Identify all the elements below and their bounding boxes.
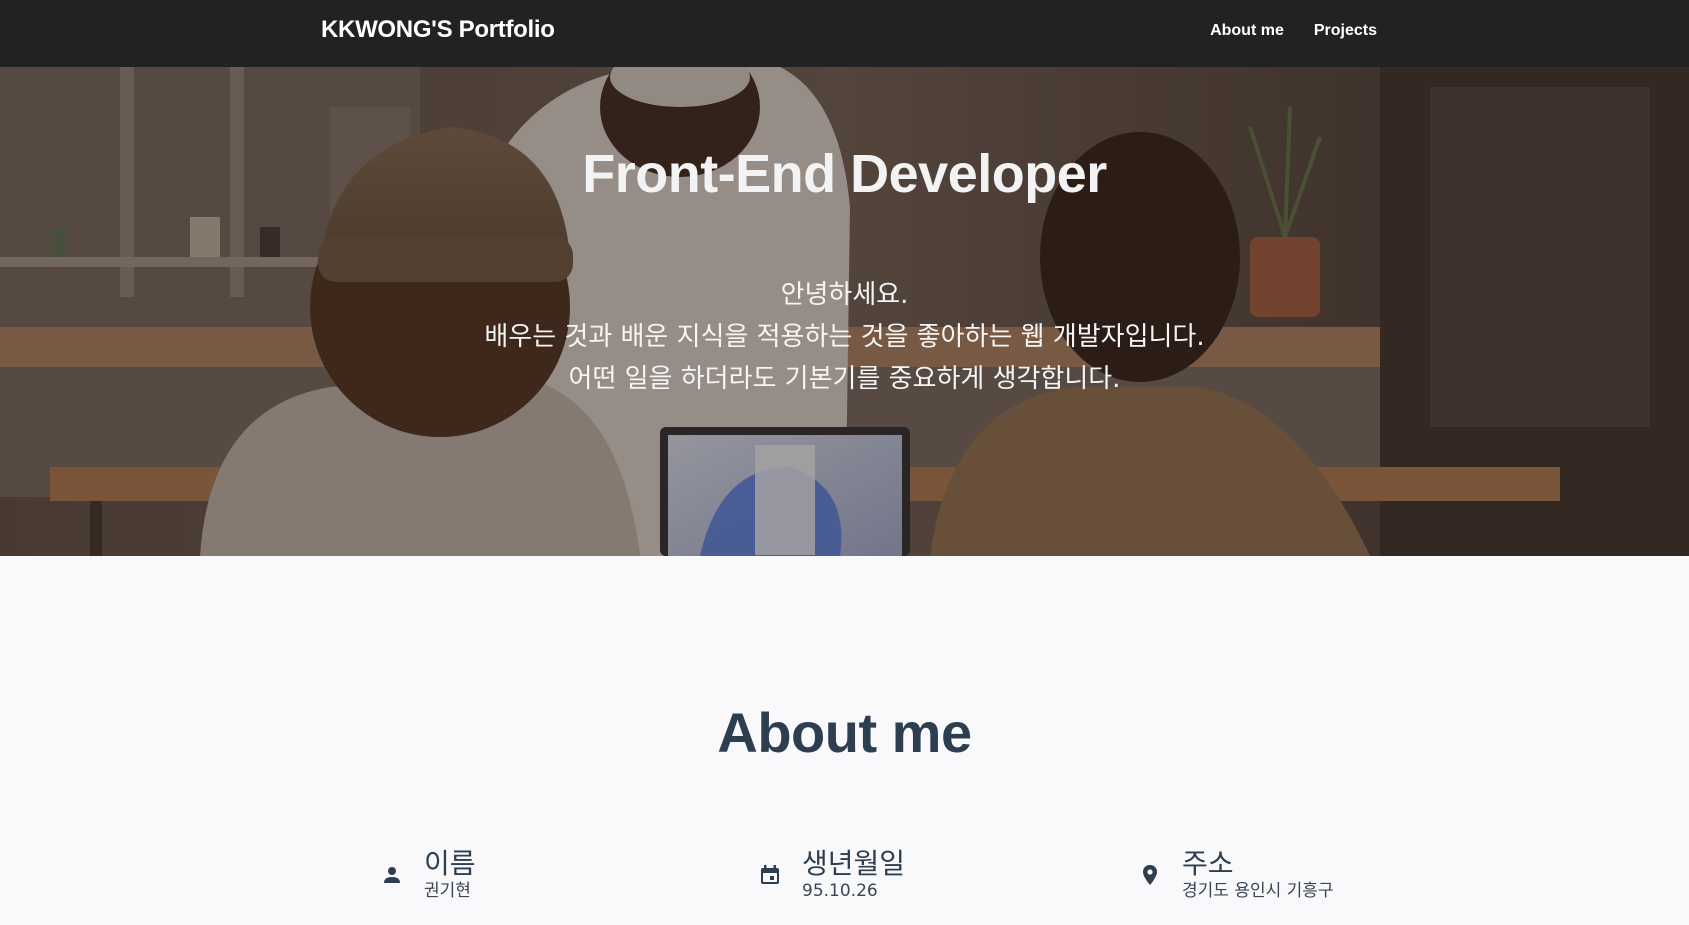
nav-link-projects[interactable]: Projects: [1314, 22, 1377, 40]
hero-intro-line: 배우는 것과 배운 지식을 적용하는 것을 좋아하는 웹 개발자입니다.: [484, 322, 1205, 352]
brand-logo-text[interactable]: KKWONG'S Portfolio: [321, 16, 555, 44]
info-birthdate-label: 생년월일: [802, 847, 906, 880]
info-address-value: 경기도 용인시 기흥구: [1182, 881, 1334, 901]
info-name-label: 이름: [424, 847, 476, 880]
top-navbar: KKWONG'S Portfolio About me Projects: [0, 0, 1689, 67]
hero-intro-text: 안녕하세요. 배우는 것과 배운 지식을 적용하는 것을 좋아하는 웹 개발자입…: [0, 274, 1689, 400]
nav-link-about-me[interactable]: About me: [1210, 22, 1284, 40]
info-name: 이름 권기현: [380, 847, 476, 901]
nav-links: About me Projects: [1210, 22, 1377, 40]
info-name-value: 권기현: [424, 881, 471, 901]
info-birthdate: 생년월일 95.10.26: [758, 847, 905, 901]
info-address-label: 주소: [1182, 847, 1234, 880]
hero-intro-line: 어떤 일을 하더라도 기본기를 중요하게 생각합니다.: [568, 364, 1121, 394]
hero-intro-line: 안녕하세요.: [780, 280, 909, 310]
person-icon: [384, 867, 400, 883]
hero-title: Front-End Developer: [582, 144, 1107, 204]
hero-section: Front-End Developer 안녕하세요. 배우는 것과 배운 지식을…: [0, 67, 1689, 556]
location-pin-icon: [1143, 865, 1157, 885]
calendar-icon: [761, 865, 779, 884]
info-address: 주소 경기도 용인시 기흥구: [1138, 847, 1334, 901]
info-birthdate-value: 95.10.26: [802, 881, 878, 901]
about-section-title: About me: [717, 701, 972, 764]
